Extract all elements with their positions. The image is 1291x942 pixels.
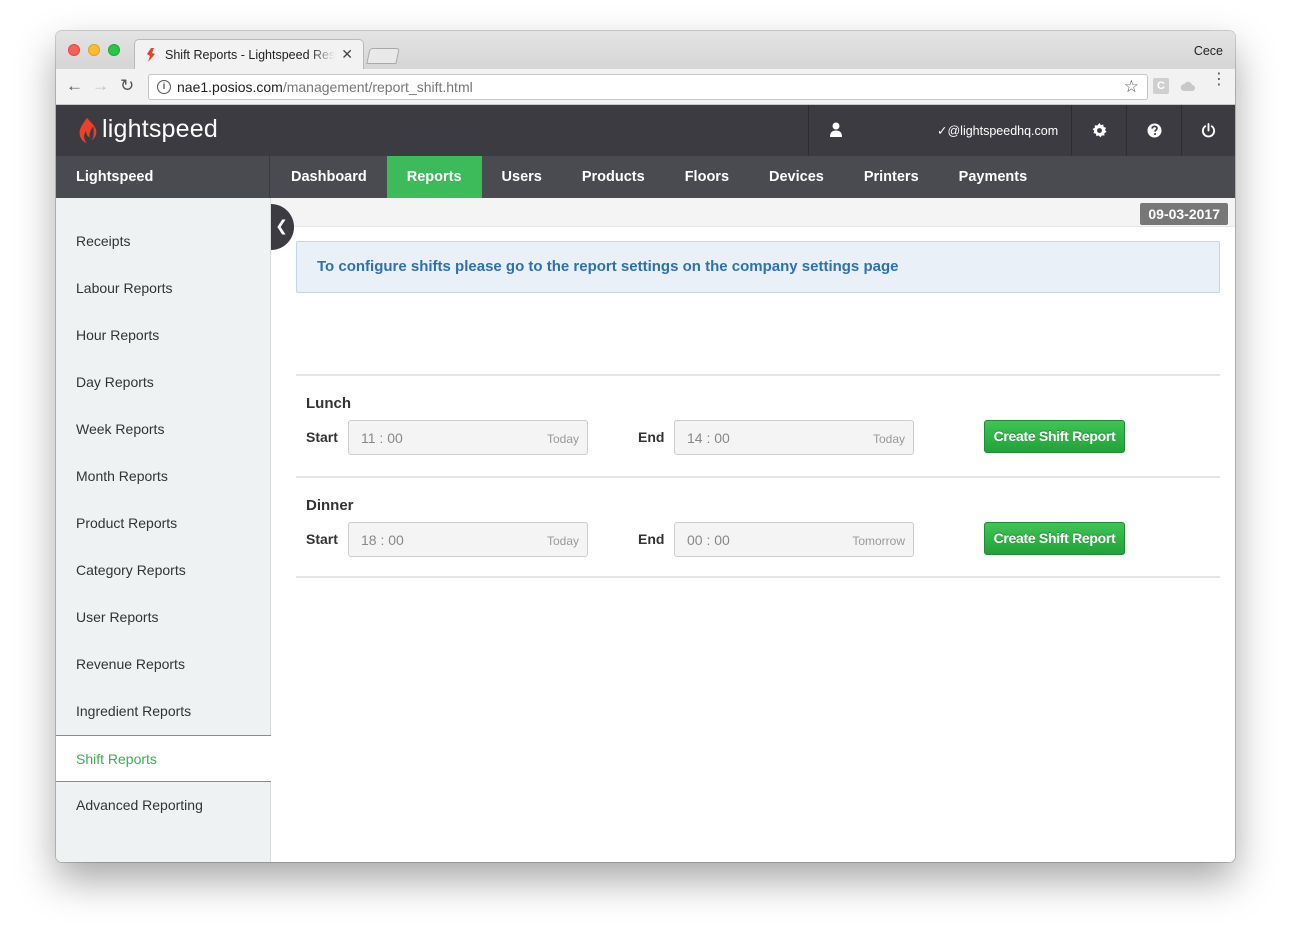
sidebar-item-advanced-reporting[interactable]: Advanced Reporting [56, 782, 270, 829]
nav-tab-devices[interactable]: Devices [749, 156, 844, 198]
nav-tab-dashboard[interactable]: Dashboard [271, 156, 387, 198]
bookmark-star-icon[interactable]: ☆ [1124, 77, 1139, 97]
sidebar-item-category-reports[interactable]: Category Reports [56, 547, 270, 594]
start-time-value: 11 : 00 [361, 430, 403, 446]
create-shift-report-button[interactable]: Create Shift Report [984, 522, 1125, 555]
end-label: End [638, 531, 665, 547]
sidebar-item-product-reports[interactable]: Product Reports [56, 500, 270, 547]
sidebar-item-revenue-reports[interactable]: Revenue Reports [56, 641, 270, 688]
start-time-field[interactable]: 11 : 00 Today [348, 420, 588, 455]
sidebar-item-week-reports[interactable]: Week Reports [56, 406, 270, 453]
maximize-window-button[interactable] [108, 44, 120, 56]
company-name[interactable]: Lightspeed [56, 156, 270, 198]
cloud-extension-icon[interactable] [1180, 78, 1196, 94]
end-day-value: Today [872, 432, 905, 446]
nav-tabs: Dashboard Reports Users Products Floors … [271, 156, 1047, 198]
tab-title: Shift Reports - Lightspeed Restaurant [165, 48, 335, 62]
shift-name: Lunch [306, 395, 351, 412]
nav-tab-users[interactable]: Users [482, 156, 562, 198]
site-info-icon[interactable]: i [157, 80, 171, 94]
user-icon [830, 122, 842, 137]
start-day-value: Today [546, 534, 579, 548]
chevron-left-icon: ❮ [275, 218, 288, 235]
start-label: Start [306, 531, 338, 547]
sidebar-item-day-reports[interactable]: Day Reports [56, 359, 270, 406]
tab-close-icon[interactable]: ✕ [341, 46, 353, 63]
power-icon [1201, 123, 1216, 138]
url-path: /management/report_shift.html [282, 79, 473, 95]
question-circle-icon [1147, 123, 1162, 138]
shift-row-lunch: Lunch Start 11 : 00 Today End 14 : 00 To… [296, 374, 1220, 476]
start-time-field[interactable]: 18 : 00 Today [348, 522, 588, 557]
start-label: Start [306, 429, 338, 445]
end-time-value: 00 : 00 [687, 532, 730, 548]
app-header: lightspeed ✓@lightspeedhq.com [56, 105, 1235, 156]
sidebar-item-ingredient-reports[interactable]: Ingredient Reports [56, 688, 270, 735]
back-arrow-icon[interactable]: ← [66, 77, 83, 95]
nav-tab-payments[interactable]: Payments [939, 156, 1048, 198]
nav-tab-reports[interactable]: Reports [386, 156, 482, 198]
browser-titlebar: Shift Reports - Lightspeed Restaurant ✕ … [56, 31, 1235, 69]
nav-tab-printers[interactable]: Printers [844, 156, 939, 198]
browser-menu-icon[interactable]: ⋮ [1211, 72, 1227, 88]
profile-name[interactable]: Cece [1194, 44, 1223, 58]
sidebar-item-shift-reports[interactable]: Shift Reports [56, 735, 271, 782]
end-time-field[interactable]: 00 : 00 Tomorrow [674, 522, 914, 557]
logo-text[interactable]: lightspeed [102, 115, 218, 144]
extension-c-icon[interactable]: C [1153, 78, 1169, 94]
logout-button[interactable] [1181, 105, 1235, 156]
user-menu[interactable]: ✓@lightspeedhq.com [808, 105, 1072, 156]
reload-icon[interactable]: ↻ [120, 77, 134, 95]
shift-row-dinner: Dinner Start 18 : 00 Today End 00 : 00 T… [296, 476, 1220, 578]
gear-icon [1092, 123, 1107, 138]
start-day-value: Today [546, 432, 579, 446]
nav-tab-floors[interactable]: Floors [665, 156, 749, 198]
end-day-value: Tomorrow [852, 534, 905, 548]
sidebar-item-hour-reports[interactable]: Hour Reports [56, 312, 270, 359]
sidebar-item-user-reports[interactable]: User Reports [56, 594, 270, 641]
sidebar-item-receipts[interactable]: Receipts [56, 218, 270, 265]
lightspeed-favicon-icon [147, 48, 155, 62]
main-content: 09-03-2017 ❮ To configure shifts please … [271, 198, 1235, 862]
sidebar-item-month-reports[interactable]: Month Reports [56, 453, 270, 500]
create-shift-report-button[interactable]: Create Shift Report [984, 420, 1125, 453]
end-time-value: 14 : 00 [687, 430, 730, 446]
date-badge[interactable]: 09-03-2017 [1140, 203, 1228, 225]
browser-window: Shift Reports - Lightspeed Restaurant ✕ … [56, 31, 1235, 862]
user-email: ✓@lightspeedhq.com [937, 124, 1059, 138]
info-message: To configure shifts please go to the rep… [296, 241, 1220, 293]
help-button[interactable] [1126, 105, 1182, 156]
forward-arrow-icon[interactable]: → [92, 77, 109, 95]
new-tab-button[interactable] [366, 48, 400, 64]
sidebar-item-labour-reports[interactable]: Labour Reports [56, 265, 270, 312]
address-bar[interactable]: i nae1.posios.com/management/report_shif… [148, 74, 1148, 100]
nav-tab-products[interactable]: Products [562, 156, 665, 198]
browser-tab[interactable]: Shift Reports - Lightspeed Restaurant ✕ [134, 39, 364, 69]
url-host: nae1.posios.com [177, 79, 283, 95]
lightspeed-logo-icon[interactable] [76, 117, 98, 145]
url-text[interactable]: nae1.posios.com/management/report_shift.… [177, 79, 473, 95]
date-strip: 09-03-2017 [271, 198, 1235, 227]
end-label: End [638, 429, 665, 445]
reports-sidebar: Receipts Labour Reports Hour Reports Day… [56, 198, 271, 862]
browser-toolbar: ← → ↻ i nae1.posios.com/management/repor… [56, 69, 1235, 105]
settings-button[interactable] [1071, 105, 1127, 156]
shift-name: Dinner [306, 497, 354, 514]
start-time-value: 18 : 00 [361, 532, 404, 548]
close-window-button[interactable] [68, 44, 80, 56]
main-nav: Lightspeed Dashboard Reports Users Produ… [56, 156, 1235, 198]
end-time-field[interactable]: 14 : 00 Today [674, 420, 914, 455]
minimize-window-button[interactable] [88, 44, 100, 56]
